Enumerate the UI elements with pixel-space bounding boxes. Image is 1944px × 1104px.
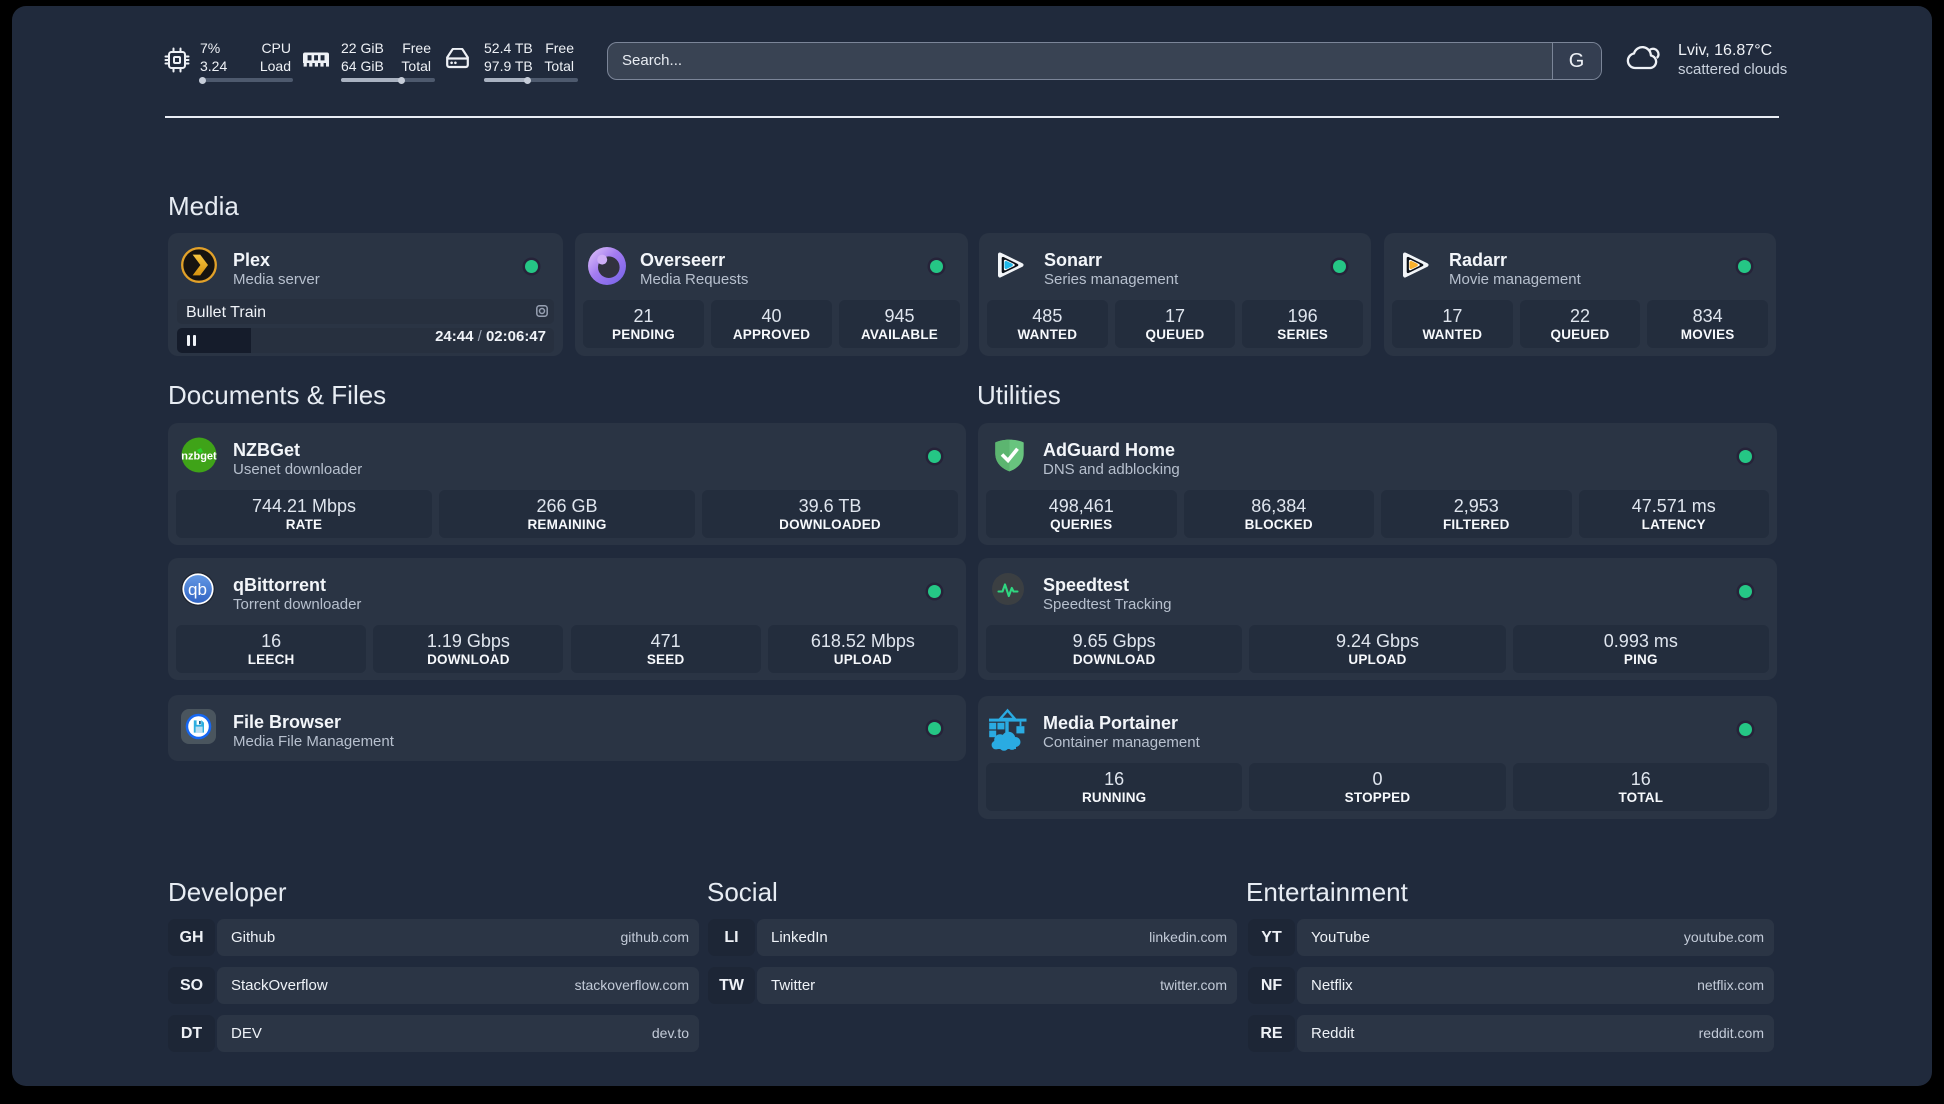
svg-text:nzbget: nzbget bbox=[181, 451, 217, 463]
svg-text:qb: qb bbox=[188, 580, 207, 599]
